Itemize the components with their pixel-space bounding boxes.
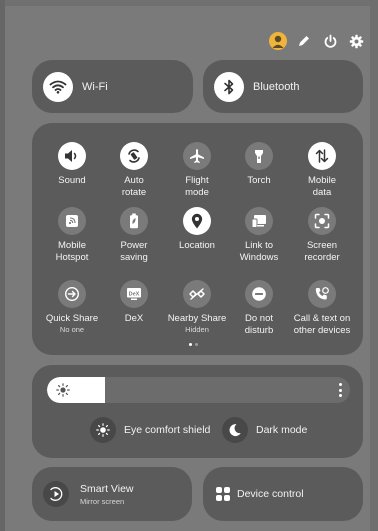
tile-label: Location bbox=[179, 240, 215, 251]
power-saving-icon bbox=[120, 207, 148, 235]
nearby-share-icon bbox=[183, 280, 211, 308]
dark-mode-button[interactable]: Dark mode bbox=[222, 417, 307, 443]
tile-label: Screen recorder bbox=[304, 240, 340, 263]
tile-label: Call & text on other devices bbox=[293, 313, 351, 336]
page-indicator bbox=[189, 343, 198, 346]
tile-flight-mode[interactable]: Flight mode bbox=[162, 142, 232, 199]
tile-location[interactable]: Location bbox=[162, 207, 232, 252]
tile-link-to-windows[interactable]: Link to Windows bbox=[224, 207, 294, 264]
power-icon[interactable] bbox=[320, 31, 340, 51]
link-to-windows-icon bbox=[245, 207, 273, 235]
tile-label: DeX bbox=[124, 313, 144, 324]
airplane-icon bbox=[183, 142, 211, 170]
frame-right bbox=[370, 0, 378, 531]
device-control-icon bbox=[216, 487, 230, 501]
tile-label: Mobile Hotspot bbox=[55, 240, 89, 263]
tile-call-text-other-devices[interactable]: Call & text on other devices bbox=[287, 280, 357, 337]
eye-comfort-icon bbox=[90, 417, 116, 443]
eye-comfort-shield-button[interactable]: Eye comfort shield bbox=[90, 417, 210, 443]
tile-mobile-data[interactable]: Mobile data bbox=[287, 142, 357, 199]
page-dot-active[interactable] bbox=[189, 343, 192, 346]
brightness-slider[interactable] bbox=[47, 377, 350, 403]
avatar-icon[interactable] bbox=[268, 31, 288, 51]
smart-view-title: Smart View bbox=[80, 483, 134, 495]
tile-sublabel: Hidden bbox=[185, 325, 209, 334]
page-dot[interactable] bbox=[195, 343, 198, 346]
tile-screen-recorder[interactable]: Screen recorder bbox=[287, 207, 357, 264]
settings-gear-icon[interactable] bbox=[346, 31, 366, 51]
brightness-sun-icon bbox=[56, 383, 70, 402]
tile-torch[interactable]: Torch bbox=[224, 142, 294, 187]
eye-comfort-label: Eye comfort shield bbox=[124, 424, 211, 436]
tile-label: Sound bbox=[58, 175, 86, 186]
tile-nearby-share[interactable]: Nearby Share Hidden bbox=[162, 280, 232, 335]
top-bar bbox=[262, 31, 366, 51]
dark-mode-moon-icon bbox=[222, 417, 248, 443]
smart-view-button[interactable]: Smart View Mirror screen bbox=[32, 467, 192, 521]
bluetooth-label: Bluetooth bbox=[253, 81, 300, 93]
tile-label: Quick Share bbox=[45, 313, 99, 324]
tile-label: Auto rotate bbox=[121, 175, 147, 198]
tile-label: Do not disturb bbox=[244, 313, 274, 336]
quick-settings-panel: Sound Auto rotate Flight mode Torch Mobi… bbox=[32, 123, 363, 355]
tile-auto-rotate[interactable]: Auto rotate bbox=[99, 142, 169, 199]
tile-label: Mobile data bbox=[308, 175, 336, 198]
brightness-panel: Eye comfort shield Dark mode bbox=[32, 365, 363, 458]
dex-icon: DeX bbox=[120, 280, 148, 308]
frame-top bbox=[0, 0, 378, 6]
screen-recorder-icon bbox=[308, 207, 336, 235]
location-icon bbox=[183, 207, 211, 235]
smart-view-subtitle: Mirror screen bbox=[80, 497, 125, 506]
tile-do-not-disturb[interactable]: Do not disturb bbox=[224, 280, 294, 337]
device-control-button[interactable]: Device control bbox=[203, 467, 363, 521]
auto-rotate-icon bbox=[120, 142, 148, 170]
do-not-disturb-icon bbox=[245, 280, 273, 308]
frame-left bbox=[0, 0, 5, 531]
wifi-label: Wi-Fi bbox=[82, 81, 108, 93]
dark-mode-label: Dark mode bbox=[256, 424, 308, 436]
tile-label: Torch bbox=[247, 175, 271, 186]
bluetooth-toggle[interactable]: Bluetooth bbox=[203, 60, 363, 113]
tile-label: Flight mode bbox=[185, 175, 209, 198]
more-options-icon[interactable] bbox=[338, 383, 342, 397]
tile-quick-share[interactable]: Quick Share No one bbox=[37, 280, 107, 335]
device-control-label: Device control bbox=[237, 488, 304, 500]
tile-dex[interactable]: DeX DeX bbox=[99, 280, 169, 325]
svg-text:DeX: DeX bbox=[129, 291, 140, 297]
tile-mobile-hotspot[interactable]: Mobile Hotspot bbox=[37, 207, 107, 264]
sound-icon bbox=[58, 142, 86, 170]
mobile-data-icon bbox=[308, 142, 336, 170]
torch-icon bbox=[245, 142, 273, 170]
hotspot-icon bbox=[58, 207, 86, 235]
tile-power-saving[interactable]: Power saving bbox=[99, 207, 169, 264]
call-text-icon bbox=[308, 280, 336, 308]
edit-pencil-icon[interactable] bbox=[294, 31, 314, 51]
bluetooth-icon bbox=[214, 72, 244, 102]
wifi-icon bbox=[43, 72, 73, 102]
wifi-toggle[interactable]: Wi-Fi bbox=[32, 60, 193, 113]
tile-label: Nearby Share bbox=[167, 313, 227, 324]
tile-label: Power saving bbox=[120, 240, 148, 263]
quick-share-icon bbox=[58, 280, 86, 308]
tile-sublabel: No one bbox=[59, 325, 85, 334]
tile-sound[interactable]: Sound bbox=[37, 142, 107, 187]
tile-label: Link to Windows bbox=[239, 240, 279, 263]
smart-view-icon bbox=[43, 481, 69, 507]
